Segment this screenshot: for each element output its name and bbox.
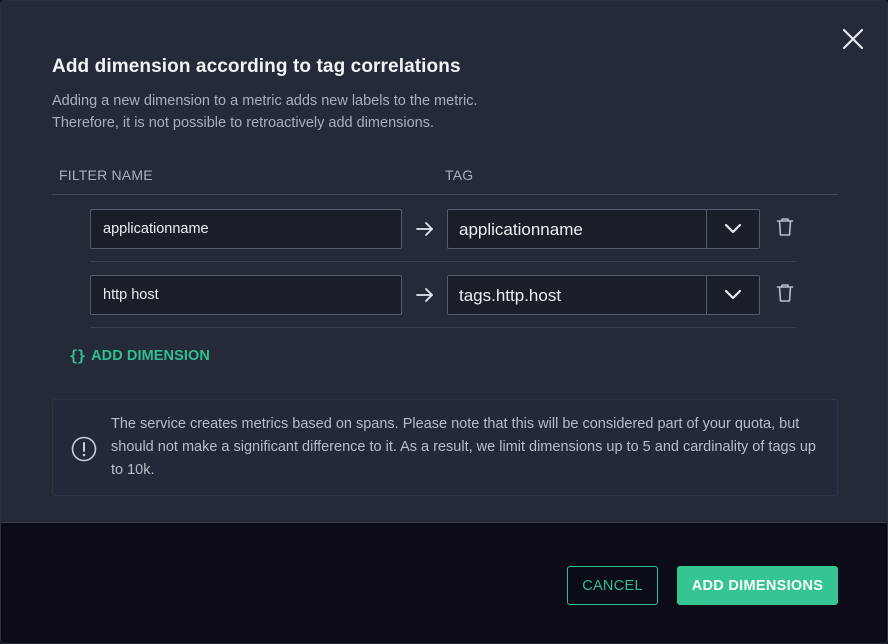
filter-name-input[interactable]: [90, 209, 402, 249]
close-icon: [842, 28, 864, 50]
cancel-button[interactable]: CANCEL: [567, 566, 658, 605]
tag-select[interactable]: tags.http.host: [447, 275, 760, 315]
tag-select-value: tags.http.host: [459, 286, 562, 305]
trash-icon[interactable]: [776, 217, 794, 237]
quota-notice: The service creates metrics based on spa…: [52, 399, 838, 496]
info-icon: [71, 436, 97, 462]
tag-select-value: applicationname: [459, 220, 583, 239]
close-button[interactable]: [839, 25, 867, 53]
description-line: Therefore, it is not possible to retroac…: [52, 115, 435, 131]
dialog-description: Adding a new dimension to a metric adds …: [52, 90, 478, 134]
column-header-filter-name: FILTER NAME: [59, 167, 153, 183]
select-divider: [706, 276, 707, 314]
dimension-row: applicationname: [1, 195, 887, 262]
dialog-body: Add dimension according to tag correlati…: [1, 1, 887, 523]
chevron-down-icon[interactable]: [724, 286, 742, 304]
notice-text: The service creates metrics based on spa…: [111, 416, 816, 478]
select-divider: [706, 210, 707, 248]
dialog-title: Add dimension according to tag correlati…: [52, 56, 461, 77]
braces-icon: {}: [69, 347, 86, 365]
add-dimension-dialog: Add dimension according to tag correlati…: [0, 0, 888, 644]
dimension-row: tags.http.host: [1, 261, 887, 328]
row-divider: [90, 327, 796, 328]
trash-icon[interactable]: [776, 283, 794, 303]
add-dimensions-button[interactable]: ADD DIMENSIONS: [677, 566, 838, 605]
column-header-tag: TAG: [445, 167, 474, 183]
add-dimension-button[interactable]: {} ADD DIMENSION: [69, 346, 210, 366]
arrow-right-icon: [416, 288, 433, 302]
arrow-right-icon: [416, 222, 433, 236]
add-dimension-label: ADD DIMENSION: [91, 348, 210, 364]
filter-name-input[interactable]: [90, 275, 402, 315]
description-line: Adding a new dimension to a metric adds …: [52, 93, 478, 109]
chevron-down-icon[interactable]: [724, 220, 742, 238]
tag-select[interactable]: applicationname: [447, 209, 760, 249]
